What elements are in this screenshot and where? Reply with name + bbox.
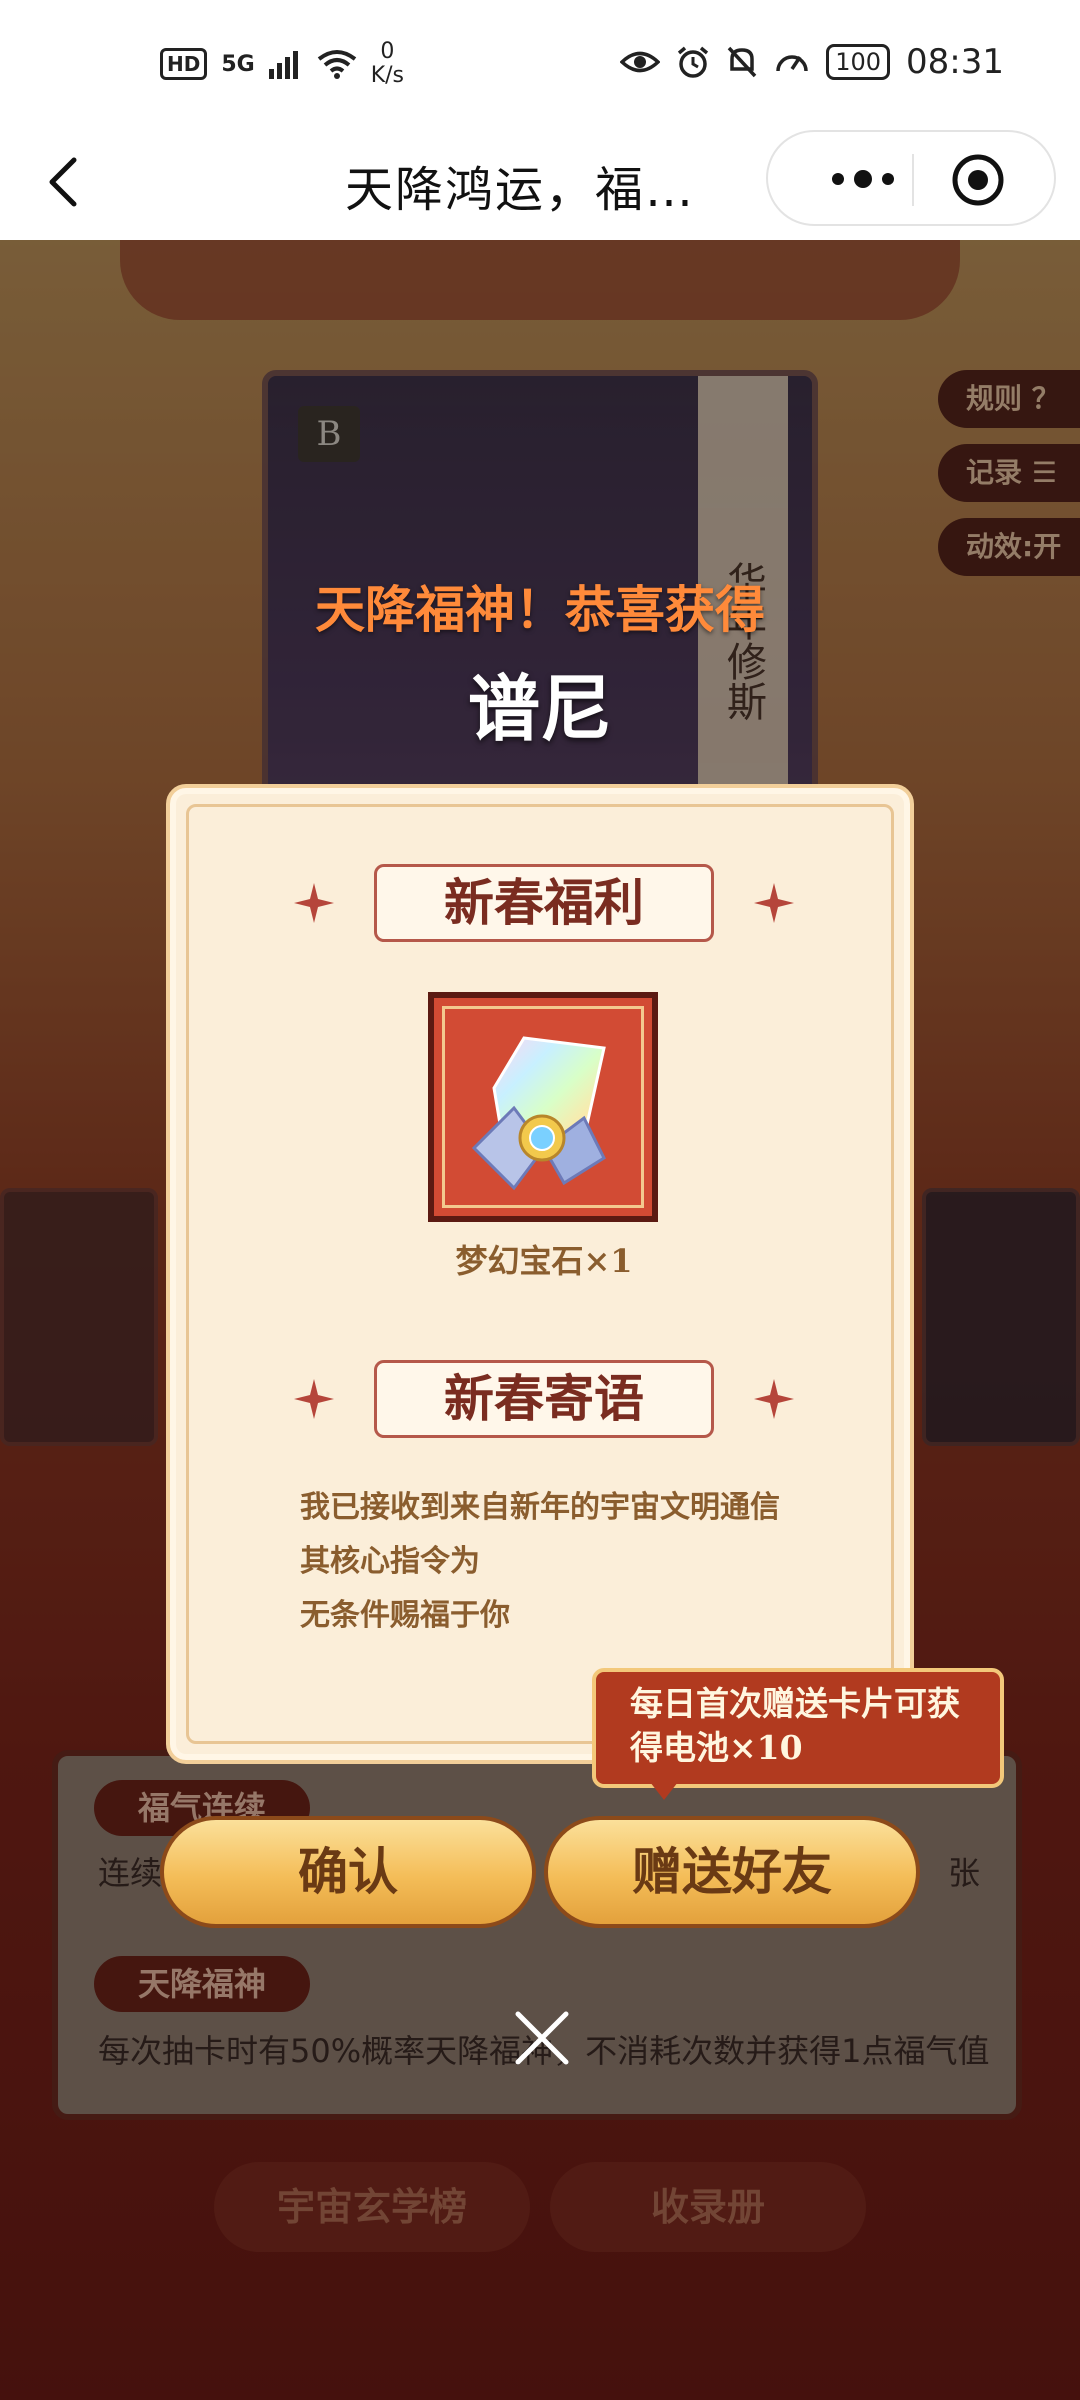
status-right: 100 08:31 bbox=[620, 42, 1004, 82]
dream-gem-icon bbox=[471, 1036, 606, 1191]
net-speed-unit: K/s bbox=[370, 63, 405, 88]
message-line: 其核心指令为 bbox=[300, 1544, 480, 1579]
mute-bell-icon bbox=[727, 46, 757, 78]
capsule-divider bbox=[912, 154, 914, 206]
gift-reward-tooltip: 每日首次赠送卡片可获 得电池×10 bbox=[592, 1668, 1004, 1788]
close-miniprogram-icon[interactable] bbox=[950, 152, 1006, 208]
wifi-icon bbox=[317, 50, 356, 79]
net-speed-value: 0 bbox=[380, 39, 395, 64]
section-head-benefits: 新春福利 bbox=[170, 864, 918, 942]
hd-indicator: HD bbox=[160, 48, 208, 80]
nav-bar: 天降鸿运，福… bbox=[0, 130, 1080, 240]
win-name: 谱尼 bbox=[467, 666, 612, 751]
network-label: 5G bbox=[221, 51, 255, 77]
sparkle-icon bbox=[294, 1379, 334, 1419]
clock: 08:31 bbox=[906, 42, 1004, 82]
message-line: 无条件赐福于你 bbox=[300, 1598, 510, 1633]
prize-item-frame bbox=[428, 992, 658, 1222]
battery-indicator: 100 bbox=[826, 44, 891, 80]
status-left: HD 5G 0 K/s bbox=[160, 40, 404, 88]
message-title: 新春寄语 bbox=[374, 1360, 714, 1438]
network-indicator: 5G bbox=[221, 52, 254, 77]
confirm-button[interactable]: 确认 bbox=[160, 1816, 536, 1928]
benefits-title: 新春福利 bbox=[374, 864, 714, 942]
prize-caption: 梦幻宝石×1 bbox=[455, 1242, 633, 1280]
sparkle-icon bbox=[754, 883, 794, 923]
mini-program-capsule bbox=[766, 130, 1056, 226]
tooltip-line: 每日首次赠送卡片可获 bbox=[630, 1684, 960, 1723]
tooltip-line: 得电池×10 bbox=[630, 1728, 803, 1767]
more-icon[interactable] bbox=[808, 164, 918, 194]
close-icon[interactable] bbox=[510, 2006, 574, 2070]
alarm-icon bbox=[678, 46, 709, 78]
status-bar: HD 5G 0 K/s 100 08:31 bbox=[0, 0, 1080, 130]
signal-icon bbox=[268, 51, 298, 79]
sparkle-icon bbox=[754, 1379, 794, 1419]
sparkle-icon bbox=[294, 883, 334, 923]
net-speed: 0 K/s bbox=[371, 40, 404, 88]
message-line: 我已接收到来自新年的宇宙文明通信 bbox=[300, 1490, 780, 1525]
speed-meter-icon bbox=[776, 55, 808, 72]
tooltip-arrow bbox=[650, 1782, 678, 1800]
reward-modal: 新春福利 梦幻宝石×1 新春寄语 我已接收到来自新年的宇宙文明通信 其核心指令为… bbox=[166, 784, 914, 1764]
section-head-message: 新春寄语 bbox=[170, 1360, 918, 1438]
eye-icon bbox=[620, 51, 661, 73]
win-title: 天降福神！恭喜获得 bbox=[315, 580, 765, 639]
gift-friend-button[interactable]: 赠送好友 bbox=[544, 1816, 920, 1928]
